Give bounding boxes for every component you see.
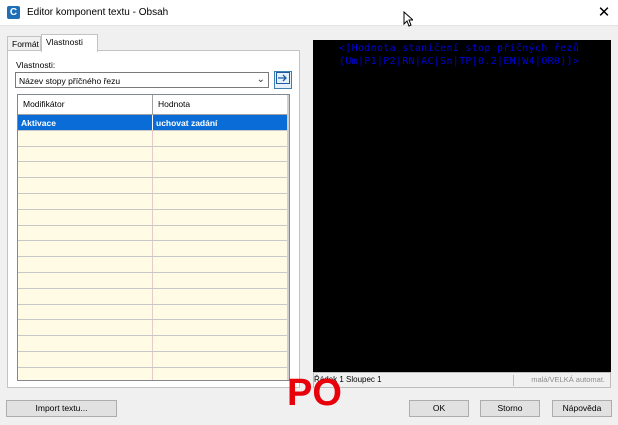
grid-scrollbar[interactable] [287,95,289,380]
table-row[interactable] [18,146,289,163]
table-row[interactable] [18,209,289,226]
properties-label: Vlastnosti: [16,60,56,70]
chevron-down-icon: ⌄ [256,74,265,85]
row-divider [152,272,153,288]
row-divider [152,146,153,162]
grid-header: Modifikátor Hodnota [18,95,289,115]
row-divider [152,320,153,336]
table-row[interactable] [18,367,289,380]
status-bar: Řádek 1 Sloupec 1 malá/VELKÁ automat. [313,372,611,388]
table-row[interactable] [18,241,289,258]
column-divider[interactable] [152,95,153,115]
row-divider [152,178,153,193]
row-divider [152,162,153,178]
table-row[interactable] [18,178,289,194]
cell-value: uchovat zadání [156,118,218,128]
properties-dropdown[interactable]: Název stopy příčného řezu ⌄ [15,72,269,88]
cancel-button[interactable]: Storno [480,400,540,417]
mouse-cursor-icon [403,11,413,27]
ok-button[interactable]: OK [409,400,469,417]
case-mode[interactable]: malá/VELKÁ automat. [531,375,605,384]
text-editor[interactable]: <[Hodnota staničení stop příčných řezů (… [313,40,611,372]
row-divider [152,351,153,367]
title-bar: C Editor komponent textu - Obsah ✕ [0,0,618,27]
row-divider [152,130,153,146]
modifier-grid: Modifikátor Hodnota Aktivace uchovat zad… [17,94,290,381]
table-row[interactable] [18,304,289,321]
table-row[interactable] [18,257,289,273]
table-row[interactable] [18,130,289,147]
row-divider [152,209,153,225]
row-divider [152,225,153,241]
column-header-value[interactable]: Hodnota [158,99,190,109]
row-divider [152,193,153,209]
tab-format[interactable]: Formát [7,36,41,51]
row-divider [152,115,153,130]
grid-rows: Aktivace uchovat zadání [18,115,289,380]
table-row[interactable] [18,351,289,368]
row-divider [152,257,153,272]
row-divider [152,367,153,380]
row-divider [152,241,153,257]
row-divider [152,336,153,351]
table-row[interactable] [18,225,289,242]
table-row[interactable]: Aktivace uchovat zadání [18,115,289,131]
table-row[interactable] [18,193,289,210]
cell-modifier: Aktivace [21,118,56,128]
overlay-label: PO [287,372,342,414]
app-icon: C [7,6,20,19]
editor-line: (Um|P1|P2|RN|AC|Sn|TP|0.2|EN|W4|OR0)]> [339,56,580,67]
row-divider [152,288,153,304]
insert-arrow-icon [276,72,290,84]
window-title: Editor komponent textu - Obsah [27,7,169,18]
table-row[interactable] [18,336,289,352]
row-divider [152,304,153,320]
table-row[interactable] [18,162,289,179]
properties-dropdown-value: Název stopy příčného řezu [19,76,121,86]
table-row[interactable] [18,272,289,289]
insert-property-button[interactable] [274,71,292,89]
help-button[interactable]: Nápověda [552,400,612,417]
import-text-button[interactable]: Import textu... [6,400,117,417]
tab-properties[interactable]: Vlastnosti [41,34,98,52]
table-row[interactable] [18,320,289,337]
column-header-modifier[interactable]: Modifikátor [23,99,65,109]
table-row[interactable] [18,288,289,305]
close-button[interactable]: ✕ [590,0,618,26]
status-divider [513,375,514,386]
editor-line: <[Hodnota staničení stop příčných řezů [339,43,580,54]
